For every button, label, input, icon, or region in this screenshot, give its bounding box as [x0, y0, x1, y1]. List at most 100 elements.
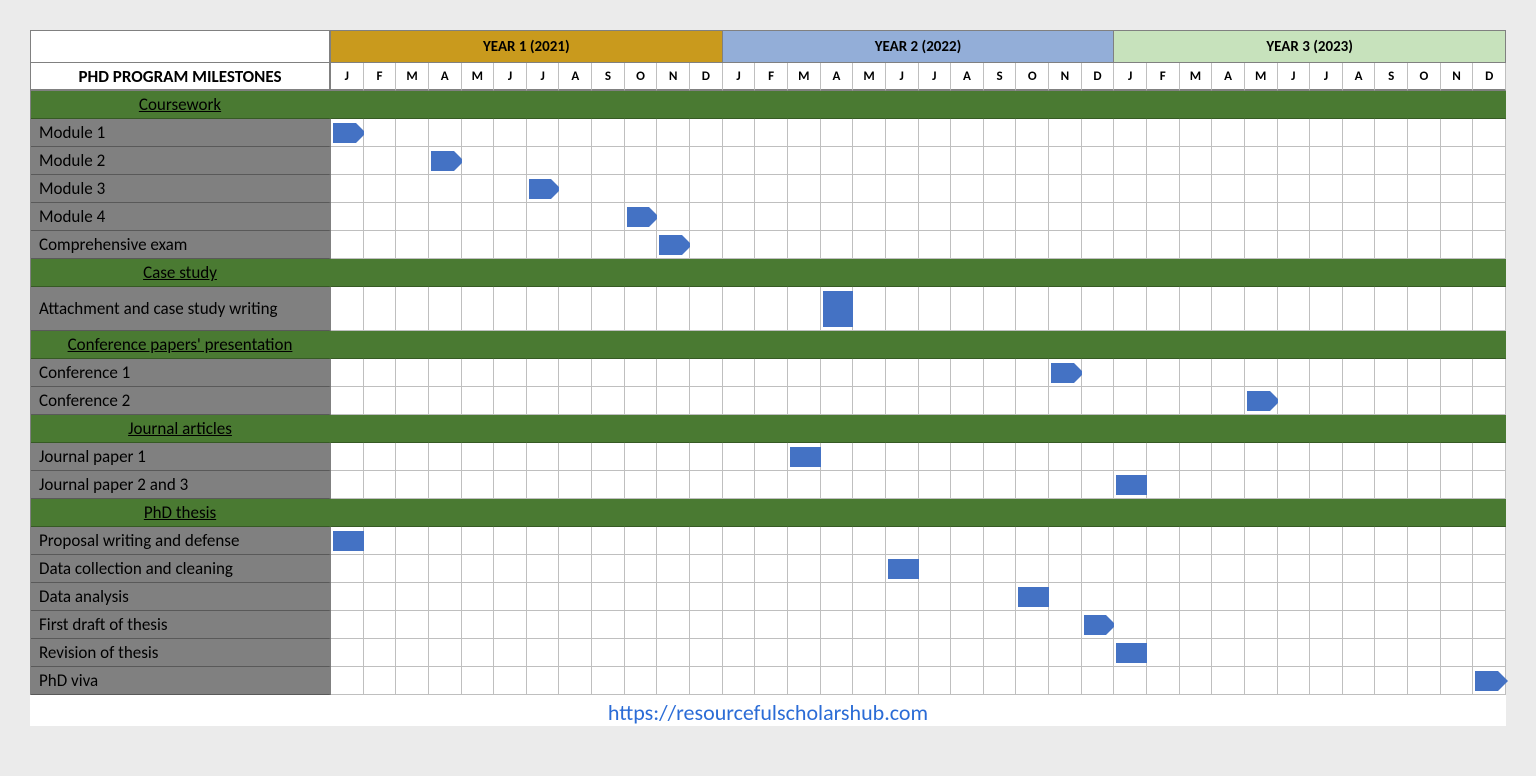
gantt-cell — [657, 147, 690, 175]
section-fill — [755, 259, 788, 287]
gantt-cell — [625, 231, 658, 259]
gantt-cell — [984, 443, 1017, 471]
gantt-cell — [364, 147, 397, 175]
footer-link[interactable]: https://resourcefulscholarshub.com — [30, 695, 1506, 726]
gantt-cell — [1114, 471, 1147, 499]
gantt-cell — [1245, 119, 1278, 147]
section-fill — [1343, 331, 1376, 359]
gantt-cell — [396, 359, 429, 387]
section-fill — [1147, 259, 1180, 287]
gantt-cell — [494, 387, 527, 415]
gantt-cell — [1016, 175, 1049, 203]
gantt-cell — [1016, 119, 1049, 147]
task-label: Journal paper 2 and 3 — [31, 471, 331, 499]
gantt-cell — [1441, 387, 1474, 415]
section-fill — [951, 331, 984, 359]
gantt-cell — [527, 639, 560, 667]
gantt-cell — [331, 555, 364, 583]
gantt-cell — [886, 583, 919, 611]
gantt-cell — [984, 527, 1017, 555]
gantt-cell — [1082, 387, 1115, 415]
gantt-cell — [364, 555, 397, 583]
gantt-cell — [1441, 231, 1474, 259]
gantt-cell — [821, 583, 854, 611]
month-header: J — [494, 63, 527, 91]
month-header: O — [1016, 63, 1049, 91]
gantt-cell — [1473, 639, 1506, 667]
gantt-cell — [1375, 555, 1408, 583]
section-fill — [1147, 331, 1180, 359]
section-fill — [951, 259, 984, 287]
gantt-cell — [1180, 231, 1213, 259]
gantt-cell — [331, 287, 364, 331]
section-fill — [331, 331, 364, 359]
gantt-cell — [690, 231, 723, 259]
gantt-cell — [1441, 147, 1474, 175]
section-fill — [821, 331, 854, 359]
section-fill — [1375, 499, 1408, 527]
gantt-cell — [592, 555, 625, 583]
gantt-cell — [821, 527, 854, 555]
gantt-cell — [1180, 443, 1213, 471]
gantt-cell — [1441, 119, 1474, 147]
gantt-cell — [821, 287, 854, 331]
section-fill — [1114, 331, 1147, 359]
section-fill — [592, 259, 625, 287]
gantt-cell — [1147, 203, 1180, 231]
year-header-3: YEAR 3 (2023) — [1114, 31, 1506, 63]
gantt-cell — [853, 387, 886, 415]
gantt-cell — [1375, 175, 1408, 203]
gantt-cell — [853, 231, 886, 259]
gantt-cell — [853, 667, 886, 695]
month-header: M — [1180, 63, 1213, 91]
gantt-cell — [559, 527, 592, 555]
gantt-cell — [1310, 119, 1343, 147]
gantt-cell — [1049, 527, 1082, 555]
gantt-cell — [429, 359, 462, 387]
section-fill — [1343, 415, 1376, 443]
gantt-cell — [723, 639, 756, 667]
gantt-cell — [1082, 203, 1115, 231]
gantt-cell — [1212, 639, 1245, 667]
gantt-cell — [951, 231, 984, 259]
gantt-cell — [1343, 667, 1376, 695]
gantt-cell — [396, 203, 429, 231]
gantt-cell — [886, 471, 919, 499]
section-fill — [984, 331, 1017, 359]
section-fill — [755, 91, 788, 119]
gantt-cell — [1310, 203, 1343, 231]
gantt-cell — [657, 387, 690, 415]
gantt-cell — [1147, 387, 1180, 415]
gantt-cell — [1245, 667, 1278, 695]
month-header: J — [331, 63, 364, 91]
gantt-cell — [559, 471, 592, 499]
gantt-cell — [396, 231, 429, 259]
gantt-cell — [1147, 175, 1180, 203]
gantt-cell — [1082, 175, 1115, 203]
gantt-cell — [853, 583, 886, 611]
gantt-cell — [1016, 667, 1049, 695]
gantt-cell — [527, 583, 560, 611]
gantt-cell — [1212, 555, 1245, 583]
gantt-cell — [462, 471, 495, 499]
task-label: First draft of thesis — [31, 611, 331, 639]
section-fill — [886, 331, 919, 359]
gantt-cell — [625, 611, 658, 639]
gantt-cell — [1473, 147, 1506, 175]
gantt-cell — [527, 287, 560, 331]
gantt-cell — [919, 359, 952, 387]
gantt-cell — [1375, 387, 1408, 415]
gantt-cell — [1049, 203, 1082, 231]
gantt-cell — [625, 639, 658, 667]
gantt-cell — [1212, 387, 1245, 415]
gantt-cell — [690, 471, 723, 499]
gantt-cell — [364, 359, 397, 387]
gantt-cell — [1278, 667, 1311, 695]
gantt-cell — [1408, 387, 1441, 415]
gantt-cell — [1408, 667, 1441, 695]
gantt-cell — [1049, 471, 1082, 499]
gantt-bar — [333, 123, 356, 143]
gantt-cell — [1278, 231, 1311, 259]
gantt-cell — [331, 359, 364, 387]
gantt-cell — [494, 175, 527, 203]
